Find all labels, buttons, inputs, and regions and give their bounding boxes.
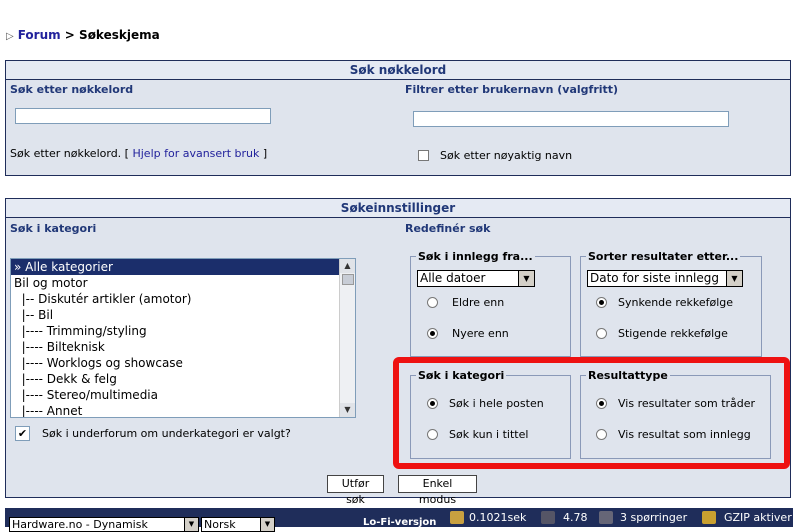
submit-search-button[interactable]: Utfør søk [327, 475, 384, 506]
category-listbox[interactable]: » Alle kategorier Bil og motor |-- Disku… [10, 258, 356, 418]
advanced-help-link[interactable]: Hjelp for avansert bruk [132, 147, 259, 160]
language-select-value: Norsk [204, 518, 236, 531]
category-item[interactable]: |---- Worklogs og showcase [11, 355, 355, 371]
subforum-checkbox[interactable]: ✔ [15, 426, 30, 441]
scroll-thumb[interactable] [342, 274, 354, 285]
category-item[interactable]: |---- Bilteknisk [11, 339, 355, 355]
keyword-input[interactable] [15, 108, 271, 124]
ascending-label: Stigende rekkefølge [618, 327, 728, 340]
posts-from-legend: Søk i innlegg fra... [416, 250, 535, 263]
database-icon [599, 511, 613, 524]
chevron-down-icon: ▼ [184, 518, 198, 531]
sort-select-value: Dato for siste innlegg [590, 271, 720, 285]
category-item[interactable]: |-- Diskutér artikler (amotor) [11, 291, 355, 307]
keyword-help-prefix: Søk etter nøkkelord. [ [10, 147, 129, 160]
subforum-label: Søk i underforum om underkategori er val… [42, 427, 291, 440]
descending-radio[interactable] [596, 297, 607, 308]
category-item[interactable]: |-- Bil [11, 307, 355, 323]
sort-legend: Sorter resultater etter... [586, 250, 741, 263]
highlight-box [393, 357, 790, 469]
category-item[interactable]: |---- Annet [11, 403, 355, 417]
breadcrumb: ▷ Forum > Søkeskjema [6, 28, 160, 42]
load-icon [541, 511, 555, 524]
keyword-help-suffix: ] [262, 147, 268, 160]
older-than-label: Eldre enn [452, 296, 505, 309]
date-select-value: Alle datoer [420, 271, 486, 285]
style-select-value: Hardware.no - Dynamisk [12, 518, 148, 531]
breadcrumb-current: Søkeskjema [79, 28, 160, 42]
category-label: Søk i kategori [10, 222, 97, 235]
language-select[interactable]: Norsk ▼ [201, 517, 275, 532]
simple-mode-button[interactable]: Enkel modus [398, 475, 477, 506]
newer-than-label: Nyere enn [452, 327, 509, 340]
category-item[interactable]: |---- Stereo/multimedia [11, 387, 355, 403]
older-than-radio[interactable] [427, 297, 438, 308]
checkmark-icon: ✔ [17, 427, 28, 440]
descending-label: Synkende rekkefølge [618, 296, 734, 309]
scroll-down-icon[interactable]: ▼ [340, 403, 355, 417]
ascending-radio[interactable] [596, 328, 607, 339]
sort-select[interactable]: Dato for siste innlegg ▼ [587, 270, 743, 287]
refine-label: Redefinér søk [405, 222, 491, 235]
category-item[interactable]: » Alle kategorier [11, 259, 355, 275]
style-select[interactable]: Hardware.no - Dynamisk ▼ [9, 517, 199, 532]
category-item[interactable]: |---- Dekk & felg [11, 371, 355, 387]
breadcrumb-forum-link[interactable]: Forum [18, 28, 61, 42]
category-scrollbar[interactable]: ▲ ▼ [339, 259, 355, 417]
username-input[interactable] [413, 111, 729, 127]
chevron-down-icon: ▼ [726, 271, 742, 286]
breadcrumb-separator: > [60, 28, 80, 42]
clock-icon [450, 511, 464, 524]
keyword-label: Søk etter nøkkelord [10, 83, 134, 96]
exact-name-checkbox[interactable] [418, 150, 429, 161]
username-label: Filtrer etter brukernavn (valgfritt) [405, 83, 619, 96]
chevron-down-icon: ▼ [518, 271, 534, 286]
keyword-panel-title: Søk nøkkelord [6, 61, 790, 80]
scroll-up-icon[interactable]: ▲ [340, 259, 355, 273]
date-select[interactable]: Alle datoer ▼ [417, 270, 535, 287]
exact-name-label: Søk etter nøyaktig navn [440, 149, 573, 162]
lofi-link[interactable]: Lo-Fi-versjon [363, 517, 436, 528]
time-stat: 0.1021sek [469, 511, 527, 524]
breadcrumb-arrow-icon: ▷ [6, 31, 14, 42]
queries-stat: 3 spørringer [620, 511, 688, 524]
load-stat: 4.78 [563, 511, 588, 524]
chevron-down-icon: ▼ [260, 518, 274, 531]
gzip-stat: GZIP aktiver [724, 511, 792, 524]
settings-panel-title: Søkeinnstillinger [6, 199, 790, 218]
newer-than-radio[interactable] [427, 328, 438, 339]
gzip-icon [702, 511, 716, 524]
category-item[interactable]: Bil og motor [11, 275, 355, 291]
category-item[interactable]: |---- Trimming/styling [11, 323, 355, 339]
footer-bar: Hardware.no - Dynamisk ▼ Norsk ▼ Lo-Fi-v… [5, 508, 793, 532]
keyword-help-text: Søk etter nøkkelord. [ Hjelp for avanser… [10, 147, 267, 160]
